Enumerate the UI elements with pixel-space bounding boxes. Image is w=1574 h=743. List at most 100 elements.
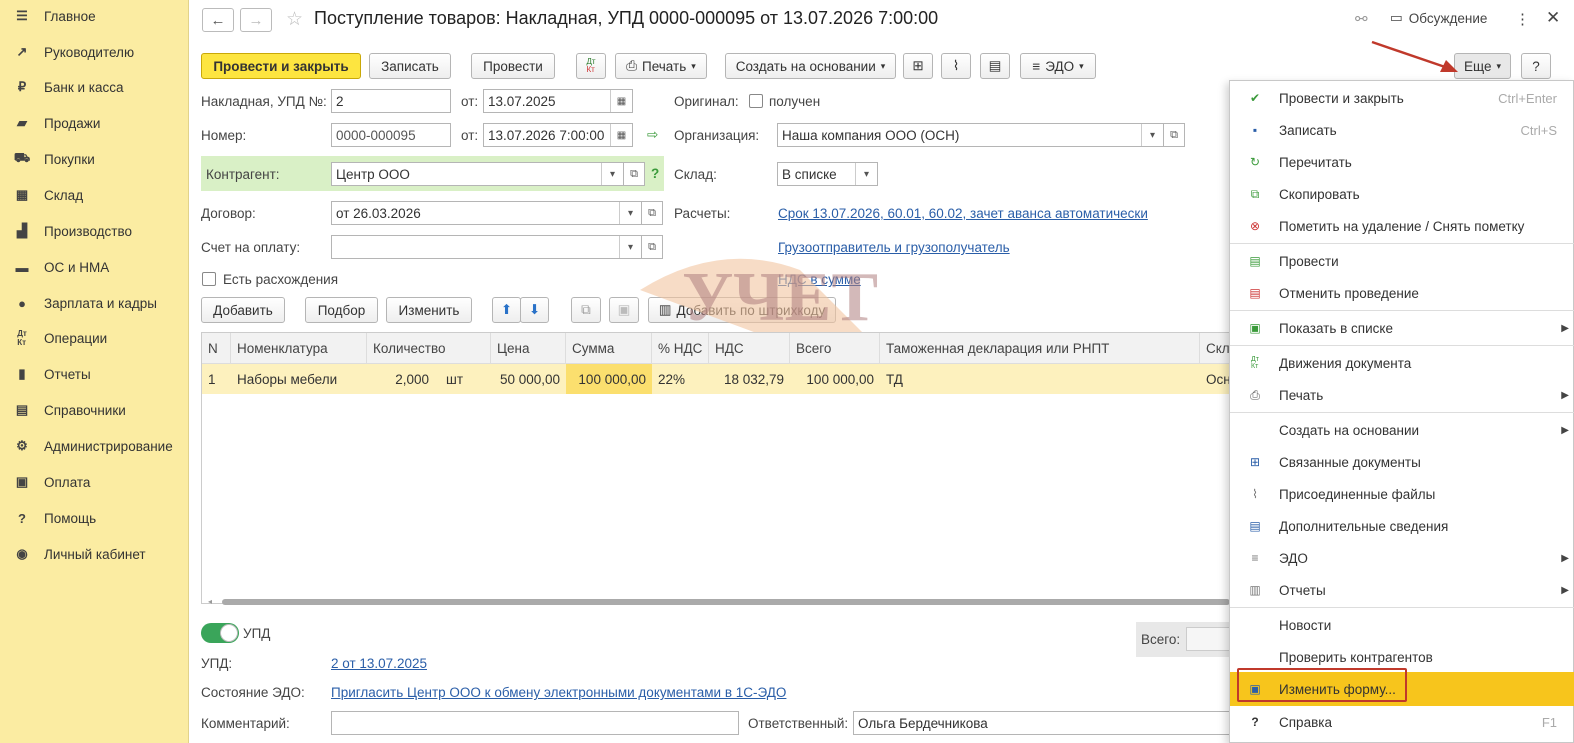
save-button[interactable]: Записать xyxy=(369,53,451,79)
menu-item-reports[interactable]: ▥ Отчеты ▶ xyxy=(1230,574,1574,606)
menu-item-copy[interactable]: ⧉ Скопировать xyxy=(1230,178,1574,210)
sidebar-item-main[interactable]: ☰ Главное xyxy=(0,1,189,31)
responsible-field[interactable]: Ольга Бердечникова xyxy=(853,711,1233,735)
sidebar-item-operations[interactable]: Дт Кт Операции xyxy=(0,323,189,353)
column-header[interactable]: Количество xyxy=(367,333,491,364)
caret-down-icon[interactable]: ▾ xyxy=(619,202,641,224)
comment-field[interactable] xyxy=(331,711,739,735)
discuss-button[interactable]: ▭ Обсуждение xyxy=(1390,10,1487,26)
column-header[interactable]: Сумма xyxy=(566,333,652,364)
calendar-icon[interactable]: ▦ xyxy=(610,90,632,112)
menu-item-show-list[interactable]: ▣ Показать в списке ▶ xyxy=(1230,312,1574,344)
question-icon[interactable]: ? xyxy=(651,166,659,181)
table-row[interactable]: 1 Наборы мебели 2,000 шт 50 000,00 100 0… xyxy=(202,364,1231,394)
help-button[interactable]: ? xyxy=(1521,53,1551,79)
attach-button[interactable]: ⌇ xyxy=(941,53,971,79)
sidebar-item-purchases[interactable]: ⛟ Покупки xyxy=(0,144,189,174)
paste-row-button[interactable]: ▣ xyxy=(609,297,639,323)
menu-item-post-close[interactable]: ✔ Провести и закрыть Ctrl+Enter xyxy=(1230,82,1574,114)
sidebar-item-account[interactable]: ◉ Личный кабинет xyxy=(0,539,189,569)
number-field[interactable]: 0000-000095 xyxy=(331,123,451,147)
org-field[interactable]: Наша компания ООО (ОСН) ▾ xyxy=(777,123,1164,147)
column-header[interactable]: Всего xyxy=(790,333,880,364)
menu-item-save[interactable]: ▪ Записать Ctrl+S xyxy=(1230,114,1574,146)
column-header[interactable]: Цена xyxy=(491,333,566,364)
menu-item-related-docs[interactable]: ⊞ Связанные документы xyxy=(1230,446,1574,478)
sidebar-item-production[interactable]: ▟ Производство xyxy=(0,216,189,246)
add-row-button[interactable]: Добавить xyxy=(201,297,285,323)
caret-down-icon[interactable]: ▾ xyxy=(601,163,623,185)
caret-down-icon[interactable]: ▾ xyxy=(1141,124,1163,146)
post-close-button[interactable]: Провести и закрыть xyxy=(201,53,361,79)
menu-item-unpost[interactable]: ▤ Отменить проведение xyxy=(1230,277,1574,309)
upd-link[interactable]: 2 от 13.07.2025 xyxy=(331,656,427,671)
sidebar-item-admin[interactable]: ⚙ Администрирование xyxy=(0,431,189,461)
forward-button[interactable]: → xyxy=(240,8,272,32)
column-header[interactable]: Скл xyxy=(1200,333,1232,364)
back-button[interactable]: ← xyxy=(202,8,234,32)
sidebar-item-references[interactable]: ▤ Справочники xyxy=(0,395,189,425)
caret-down-icon[interactable]: ▾ xyxy=(619,236,641,258)
scroll-left-icon[interactable]: ◂ xyxy=(208,597,212,606)
barcode-button[interactable]: ▥ Добавить по штрихкоду xyxy=(648,297,836,323)
payment-invoice-field[interactable]: ▾ xyxy=(331,235,642,259)
menu-item-post[interactable]: ▤ Провести xyxy=(1230,245,1574,277)
invoice-date-field[interactable]: 13.07.2025 ▦ xyxy=(483,89,633,113)
horizontal-scrollbar[interactable] xyxy=(222,599,1230,605)
more-vertical-icon[interactable]: ⋮ xyxy=(1515,10,1530,28)
menu-item-movements[interactable]: Дт Кт Движения документа xyxy=(1230,347,1574,379)
sidebar-item-assets[interactable]: ▬ ОС и НМА xyxy=(0,252,189,282)
menu-item-create-based[interactable]: Создать на основании ▶ xyxy=(1230,414,1574,446)
status-icon[interactable]: ⇨ xyxy=(647,127,658,143)
sidebar-item-director[interactable]: ↗ Руководителю xyxy=(0,37,189,67)
contragent-field[interactable]: Центр ООО ▾ xyxy=(331,162,624,186)
vat-link[interactable]: НДС в сумме xyxy=(778,272,861,287)
menu-item-print[interactable]: ⎙ Печать ▶ xyxy=(1230,379,1574,411)
dt-kt-button[interactable]: Дт Кт xyxy=(576,53,606,79)
column-header[interactable]: N xyxy=(202,333,231,364)
column-header[interactable]: % НДС xyxy=(652,333,709,364)
received-checkbox[interactable] xyxy=(749,94,763,108)
post-button[interactable]: Провести xyxy=(471,53,555,79)
move-up-button[interactable]: ⬆ xyxy=(492,297,521,323)
print-button[interactable]: ⎙ Печать ▾ xyxy=(615,53,707,79)
edo-state-link[interactable]: Пригласить Центр ООО к обмену электронны… xyxy=(331,685,786,700)
shipper-link[interactable]: Грузоотправитель и грузополучатель xyxy=(778,240,1010,255)
menu-item-attached-files[interactable]: ⌇ Присоединенные файлы xyxy=(1230,478,1574,510)
copy-row-button[interactable]: ⧉ xyxy=(571,297,601,323)
star-icon[interactable]: ☆ xyxy=(286,8,303,31)
link-icon[interactable]: ⚯ xyxy=(1355,10,1368,28)
contract-field[interactable]: от 26.03.2026 ▾ xyxy=(331,201,642,225)
sidebar-item-help[interactable]: ? Помощь xyxy=(0,503,189,533)
payment-invoice-open-button[interactable]: ⧉ xyxy=(641,235,663,259)
create-based-button[interactable]: Создать на основании ▾ xyxy=(725,53,896,79)
number-date-field[interactable]: 13.07.2026 7:00:00 ▦ xyxy=(483,123,633,147)
sidebar-item-reports[interactable]: ▮ Отчеты xyxy=(0,359,189,389)
settlements-link[interactable]: Срок 13.07.2026, 60.01, 60.02, зачет ава… xyxy=(778,206,1148,221)
move-down-button[interactable]: ⬇ xyxy=(520,297,549,323)
caret-down-icon[interactable]: ▾ xyxy=(855,163,877,185)
sidebar-item-warehouse[interactable]: ▦ Склад xyxy=(0,180,189,210)
menu-item-delete-mark[interactable]: ⊗ Пометить на удаление / Снять пометку xyxy=(1230,210,1574,242)
edo-button[interactable]: ≡ ЭДО ▾ xyxy=(1020,53,1096,79)
change-button[interactable]: Изменить xyxy=(386,297,472,323)
calendar-icon[interactable]: ▦ xyxy=(610,124,632,146)
sidebar-item-bank[interactable]: ₽ Банк и касса xyxy=(0,72,189,102)
sidebar-item-salary[interactable]: ● Зарплата и кадры xyxy=(0,288,189,318)
sidebar-item-payment[interactable]: ▣ Оплата xyxy=(0,467,189,497)
menu-item-edo[interactable]: ≡ ЭДО ▶ xyxy=(1230,542,1574,574)
menu-item-additional-info[interactable]: ▤ Дополнительные сведения xyxy=(1230,510,1574,542)
column-header[interactable]: НДС xyxy=(709,333,790,364)
menu-item-news[interactable]: Новости xyxy=(1230,609,1574,641)
close-icon[interactable]: ✕ xyxy=(1546,8,1560,28)
invoice-number-field[interactable]: 2 xyxy=(331,89,451,113)
upd-toggle[interactable] xyxy=(201,623,239,643)
info-button[interactable]: ▤ xyxy=(980,53,1010,79)
menu-item-help[interactable]: ? Справка F1 xyxy=(1230,706,1574,738)
related-docs-button[interactable]: ⊞ xyxy=(903,53,933,79)
sidebar-item-sales[interactable]: ▰ Продажи xyxy=(0,108,189,138)
warehouse-field[interactable]: В списке ▾ xyxy=(777,162,878,186)
column-header[interactable]: Таможенная декларация или РНПТ xyxy=(880,333,1200,364)
discrepancy-checkbox[interactable] xyxy=(202,272,216,286)
org-open-button[interactable]: ⧉ xyxy=(1163,123,1185,147)
